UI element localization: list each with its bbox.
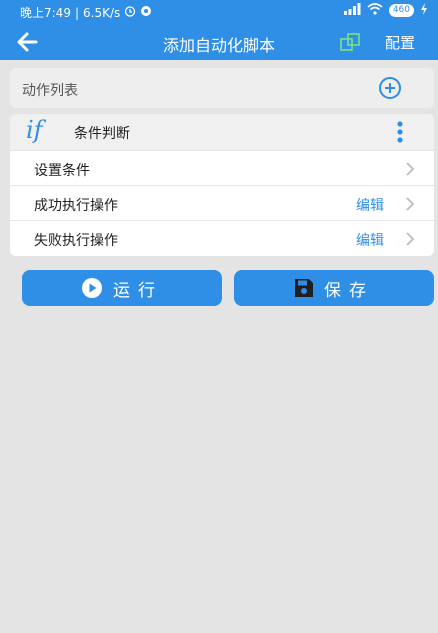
row-failure-action[interactable]: 失败执行操作 编辑 xyxy=(10,220,434,256)
row-label: 设置条件 xyxy=(34,163,90,179)
app-bar: 添加自动化脚本 配置 xyxy=(0,24,438,60)
more-vert-icon xyxy=(397,121,403,143)
row-set-condition[interactable]: 设置条件 xyxy=(10,150,434,186)
chevron-right-icon xyxy=(405,161,415,177)
row-success-action[interactable]: 成功执行操作 编辑 xyxy=(10,185,434,221)
status-time: 晚上7:49 xyxy=(20,6,71,20)
status-separator: | xyxy=(74,5,79,20)
play-icon xyxy=(82,278,102,298)
chevron-right-icon xyxy=(405,196,415,212)
status-bar: 晚上7:49 | 6.5K/s 460 xyxy=(0,0,438,24)
export-icon xyxy=(340,33,360,51)
battery-icon: 460 xyxy=(388,4,414,17)
page-title: 添加自动化脚本 xyxy=(162,36,275,55)
run-button-label: 运行 xyxy=(113,280,163,301)
row-label: 失败执行操作 xyxy=(34,233,118,249)
if-icon: if xyxy=(26,116,43,144)
add-circle-icon xyxy=(379,77,401,99)
action-list-header: 动作列表 xyxy=(10,68,434,108)
export-button[interactable] xyxy=(338,30,362,54)
more-options-button[interactable] xyxy=(394,120,406,144)
condition-card-title: 条件判断 xyxy=(74,126,130,142)
edit-link[interactable]: 编辑 xyxy=(356,195,384,215)
add-action-button[interactable] xyxy=(378,76,402,100)
save-button[interactable]: 保存 xyxy=(234,270,434,306)
save-icon xyxy=(295,279,313,297)
alarm-icon xyxy=(124,5,136,20)
run-button[interactable]: 运行 xyxy=(22,270,222,306)
charging-icon xyxy=(420,3,428,18)
wifi-icon xyxy=(367,3,383,18)
status-speed: 6.5K/s xyxy=(83,5,121,20)
config-button[interactable]: 配置 xyxy=(385,32,415,53)
condition-card: if 条件判断 设置条件 成功执行操作 编辑 失败执行操作 编辑 xyxy=(10,114,434,256)
row-label: 成功执行操作 xyxy=(34,198,118,214)
chevron-right-icon xyxy=(405,231,415,247)
edit-link[interactable]: 编辑 xyxy=(356,230,384,250)
save-button-label: 保存 xyxy=(324,280,374,301)
action-list-label: 动作列表 xyxy=(22,83,78,99)
condition-card-header: if 条件判断 xyxy=(10,114,434,150)
signal-icon xyxy=(343,3,361,18)
notification-icon xyxy=(140,5,152,20)
